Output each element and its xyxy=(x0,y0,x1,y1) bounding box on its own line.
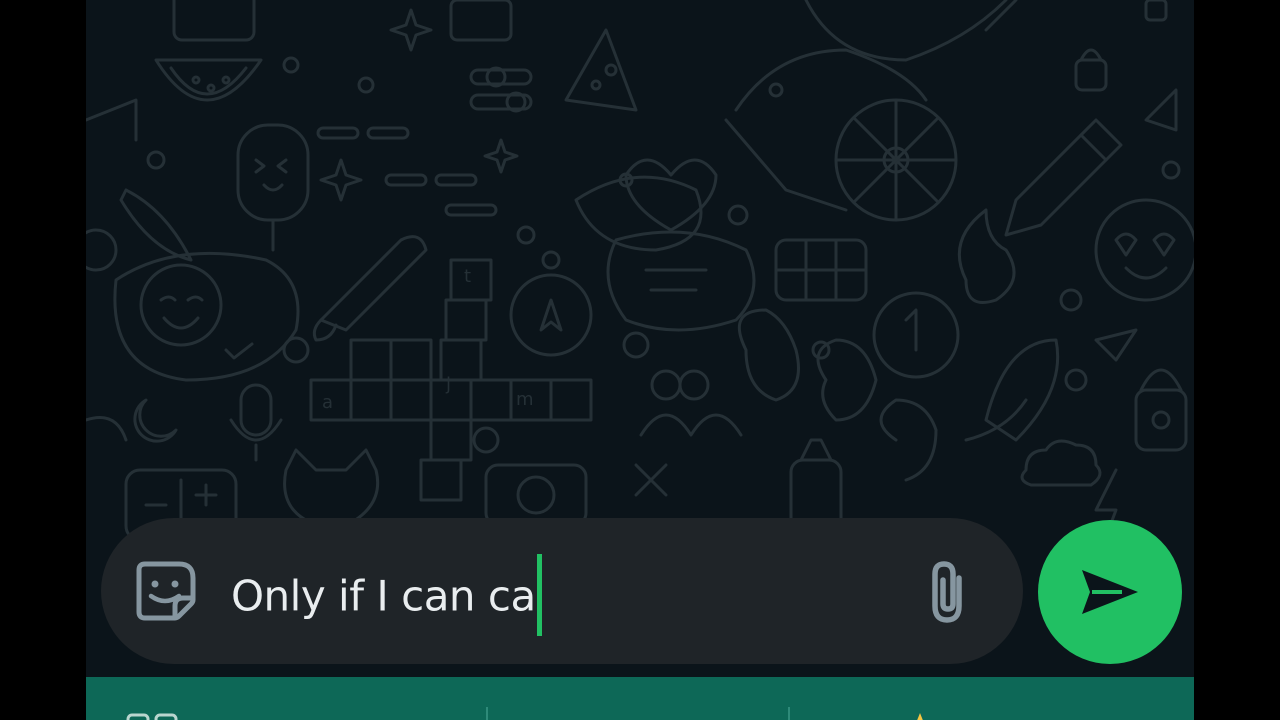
svg-text:m: m xyxy=(516,389,534,410)
message-text: Only if I can ca xyxy=(231,571,536,621)
emoji-icon[interactable] xyxy=(908,711,932,720)
send-arrow-icon xyxy=(1082,570,1138,614)
toolbar-divider xyxy=(486,707,488,720)
message-input[interactable]: Only if I can ca xyxy=(231,554,542,636)
keyboard-toolbar xyxy=(86,677,1194,720)
text-caret xyxy=(536,554,542,636)
send-button[interactable] xyxy=(1038,520,1182,664)
screen: a j m t Only if I can ca xyxy=(0,0,1280,720)
paperclip-icon[interactable] xyxy=(913,556,983,626)
svg-text:a: a xyxy=(322,392,333,413)
svg-text:j: j xyxy=(445,374,451,395)
sticker-icon[interactable] xyxy=(133,558,199,624)
message-composer[interactable]: Only if I can ca xyxy=(101,518,1023,664)
toolbar-divider xyxy=(788,707,790,720)
chat-screen: a j m t Only if I can ca xyxy=(86,0,1194,720)
svg-text:t: t xyxy=(464,266,471,287)
keyboard-icon[interactable] xyxy=(126,713,186,720)
